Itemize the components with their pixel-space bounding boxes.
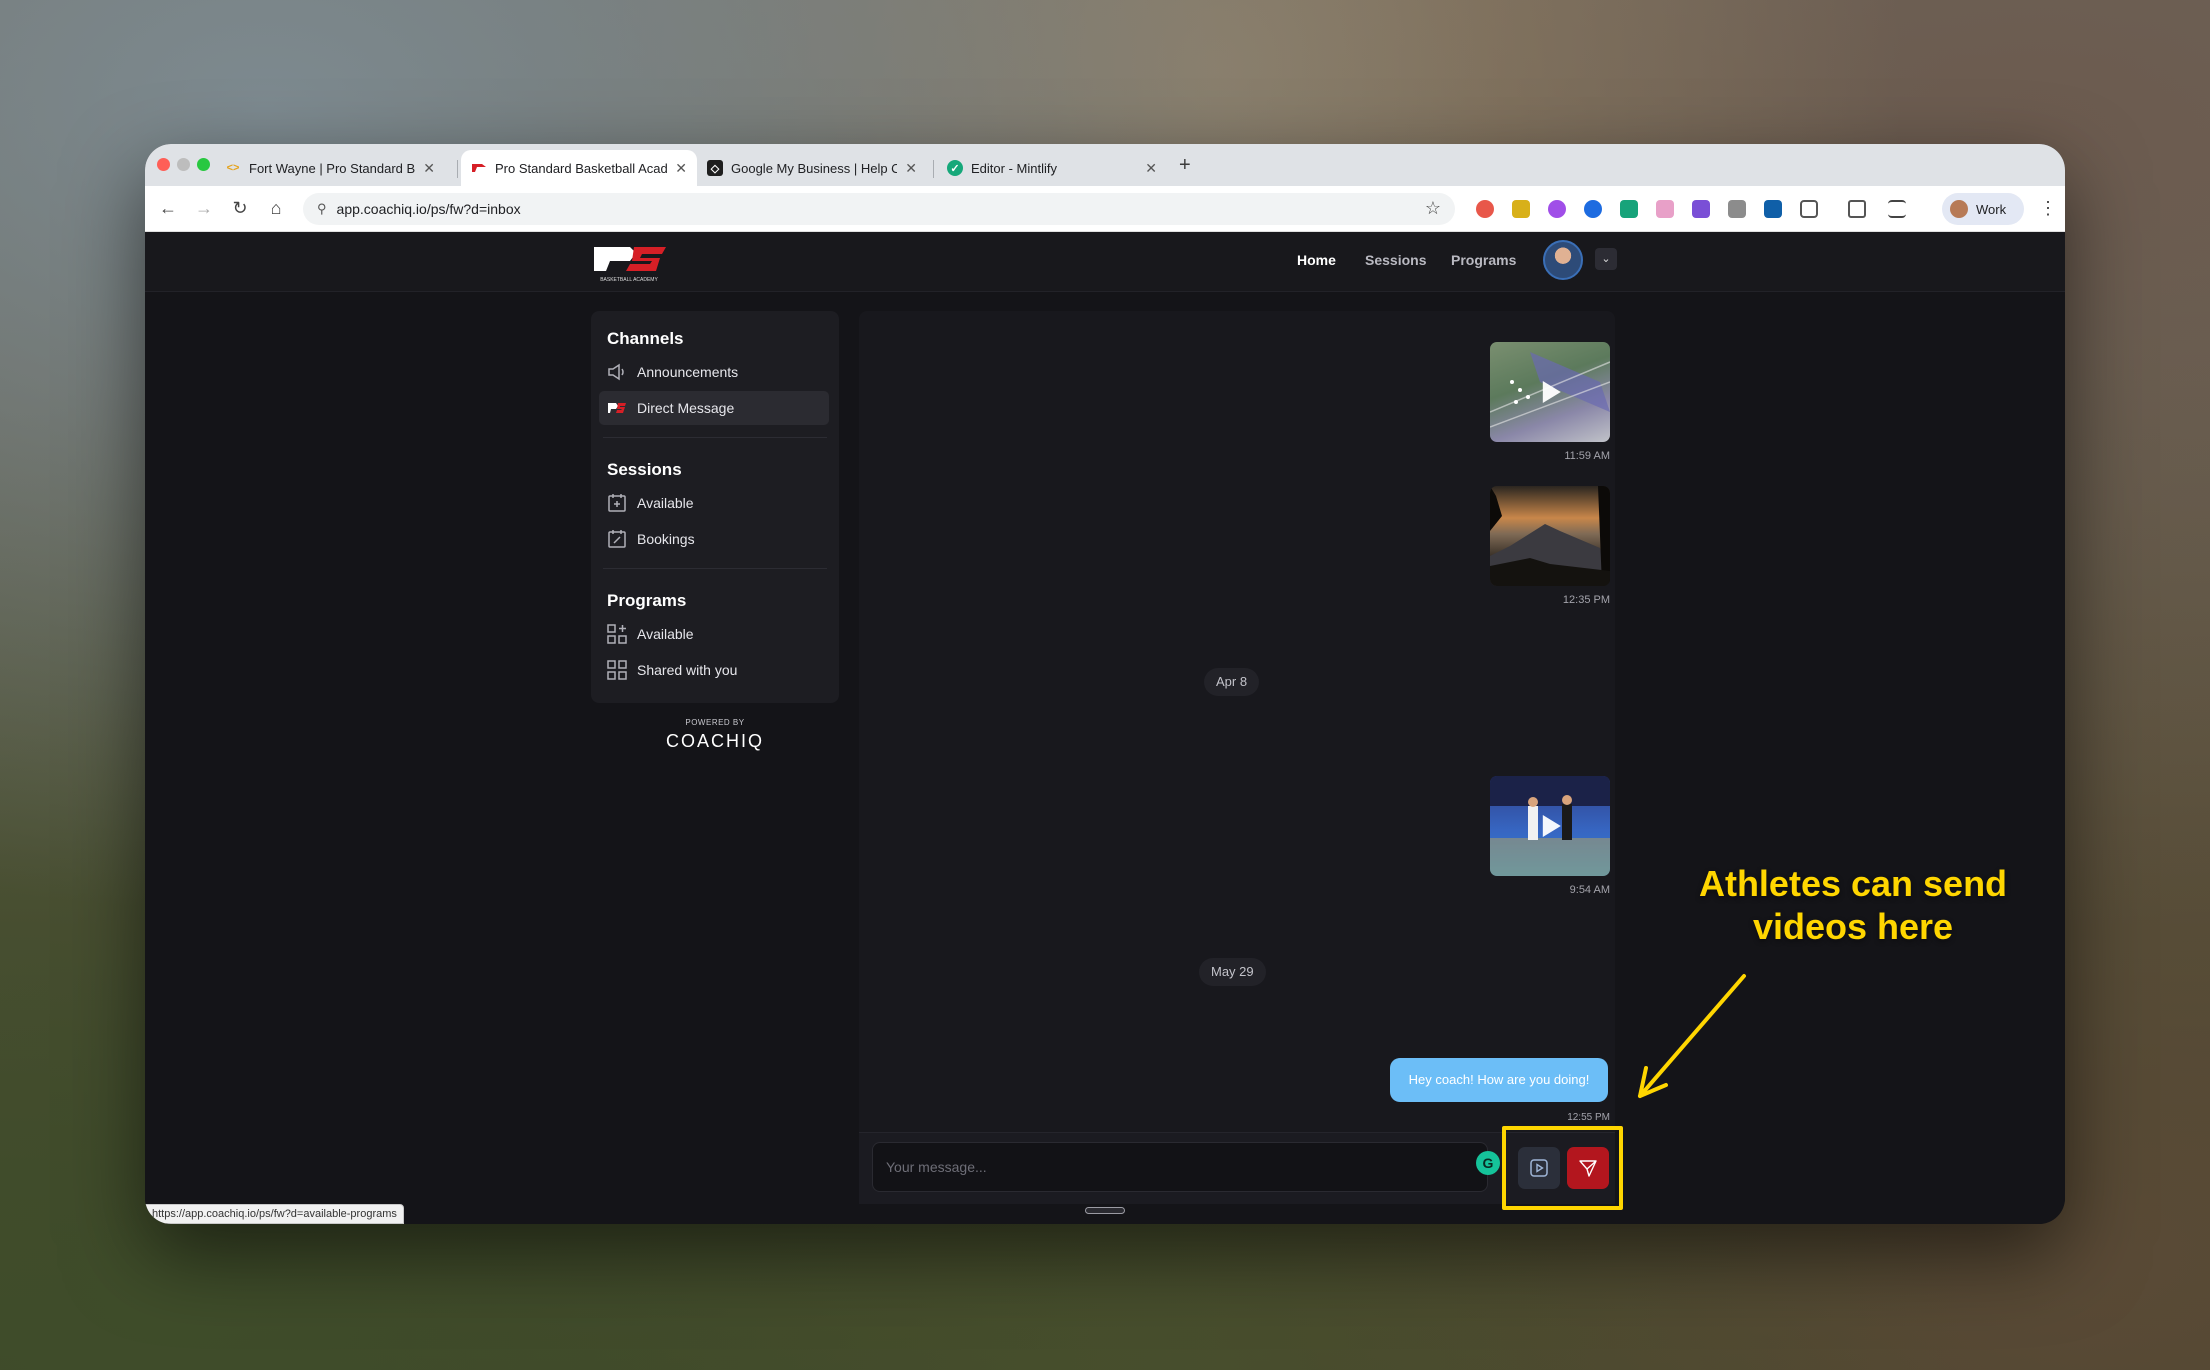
extension-icon[interactable] [1620,200,1638,218]
play-icon [1542,815,1561,837]
extension-icon[interactable] [1512,200,1530,218]
nav-home[interactable]: Home [1297,252,1336,268]
message-bubble: Hey coach! How are you doing! [1390,1058,1608,1102]
message-input[interactable] [872,1142,1488,1192]
calendar-edit-icon [608,530,626,548]
profile-button[interactable]: Work [1942,193,2024,225]
new-tab-icon[interactable]: + [1179,154,1191,177]
user-avatar[interactable] [1543,240,1583,280]
browser-tab[interactable]: <> Fort Wayne | Pro Standard Ba ✕ [215,150,445,186]
sidebar-item-announcements[interactable]: Announcements [599,355,829,389]
reload-icon[interactable]: ↻ [229,198,251,219]
tab-close-icon[interactable]: ✕ [1145,160,1157,177]
grid-plus-icon [607,624,627,644]
channels-heading: Channels [607,329,684,348]
date-separator: Apr 8 [1204,668,1260,696]
back-icon[interactable]: ← [157,198,179,219]
sidebar-item-programs-available[interactable]: Available [599,617,829,651]
minimize-window-button[interactable] [177,158,190,171]
message-timestamp: 11:59 AM [1564,450,1610,462]
tab-separator [457,160,458,178]
megaphone-icon [608,363,624,381]
code-diamond-icon: <> [226,162,240,174]
annotation-callout: Athletes can send videos here [1698,863,2008,947]
divider [603,437,827,438]
ps-academy-logo[interactable]: BASKETBALL ACADEMY [590,241,668,283]
svg-text:BASKETBALL ACADEMY: BASKETBALL ACADEMY [600,277,658,283]
powered-by-coachiq[interactable]: POWERED BY COACHIQ [591,718,839,752]
browser-tab[interactable]: ✓ Editor - Mintlify ✕ [937,150,1167,186]
camera-extension-icon[interactable] [1728,200,1746,218]
annotation-highlight-box [1502,1126,1623,1210]
extension-icon[interactable] [1692,200,1710,218]
address-bar[interactable]: ⚲ app.coachiq.io/ps/fw?d=inbox ☆ [303,193,1455,225]
sessions-heading: Sessions [607,460,682,479]
chevron-down-icon[interactable]: ⌄ [1595,248,1617,270]
reading-list-icon[interactable] [1888,200,1906,218]
browser-menu-icon[interactable]: ⋮ [2039,198,2057,219]
grammarly-icon[interactable]: G [1476,1151,1500,1175]
message-timestamp: 12:35 PM [1562,594,1610,606]
calendar-plus-icon [608,494,626,512]
sidebar: Channels Announcements Direct Message Se… [591,311,839,703]
browser-tab-active[interactable]: Pro Standard Basketball Acad ✕ [461,150,697,186]
sidebar-item-sessions-available[interactable]: Available [599,486,829,520]
extension-icon[interactable] [1656,200,1674,218]
message-timestamp: 12:55 PM [1567,1112,1610,1123]
home-icon[interactable]: ⌂ [265,198,287,219]
tab-separator [933,160,934,178]
browser-window: <> Fort Wayne | Pro Standard Ba ✕ Pro St… [145,144,2065,1224]
maximize-window-button[interactable] [197,158,210,171]
image-message-thumbnail[interactable] [1490,486,1610,586]
close-window-button[interactable] [157,158,170,171]
forward-icon[interactable]: → [193,198,215,219]
puzzle-extensions-icon[interactable] [1800,200,1818,218]
leaf-icon: ✓ [947,160,963,176]
tab-close-icon[interactable]: ✕ [675,160,687,177]
coachiq-logo: COACHIQ [665,731,764,751]
play-icon [1542,381,1561,403]
annotation-arrow [1638,974,1746,1098]
video-message-thumbnail[interactable] [1490,776,1610,876]
browser-tab[interactable]: ◇ Google My Business | Help C ✕ [697,150,927,186]
sidebar-item-shared-with-you[interactable]: Shared with you [599,653,829,687]
bookmark-star-icon[interactable]: ☆ [1425,198,1441,219]
video-message-thumbnail[interactable] [1490,342,1610,442]
scroll-handle[interactable] [1085,1207,1125,1214]
figma-extension-icon[interactable] [1548,200,1566,218]
address-url: app.coachiq.io/ps/fw?d=inbox [336,201,521,217]
nav-sessions[interactable]: Sessions [1365,252,1426,268]
nav-programs[interactable]: Programs [1451,252,1516,268]
grid-share-icon [607,660,627,680]
extension-icon[interactable] [1764,200,1782,218]
sidebar-item-direct-message[interactable]: Direct Message [599,391,829,425]
status-bar-url: https://app.coachiq.io/ps/fw?d=available… [145,1204,404,1224]
app-header: BASKETBALL ACADEMY Home Sessions Program… [145,232,2065,292]
sidebar-item-bookings[interactable]: Bookings [599,522,829,556]
asana-extension-icon[interactable] [1476,200,1494,218]
tab-close-icon[interactable]: ✕ [423,160,435,177]
tab-close-icon[interactable]: ✕ [905,160,917,177]
site-info-icon[interactable]: ⚲ [317,201,327,217]
tab-search-icon[interactable] [1848,200,1866,218]
browser-toolbar: ← → ↻ ⌂ ⚲ app.coachiq.io/ps/fw?d=inbox ☆… [145,186,2065,232]
tab-strip: <> Fort Wayne | Pro Standard Ba ✕ Pro St… [145,144,2065,186]
programs-heading: Programs [607,591,687,610]
ps-logo-icon [608,403,626,413]
square-logo-icon: ◇ [707,160,723,176]
divider [603,568,827,569]
ps-logo-icon [471,160,487,176]
profile-avatar [1950,200,1968,218]
extension-icon[interactable] [1584,200,1602,218]
message-timestamp: 9:54 AM [1569,884,1610,896]
date-separator: May 29 [1199,958,1266,986]
